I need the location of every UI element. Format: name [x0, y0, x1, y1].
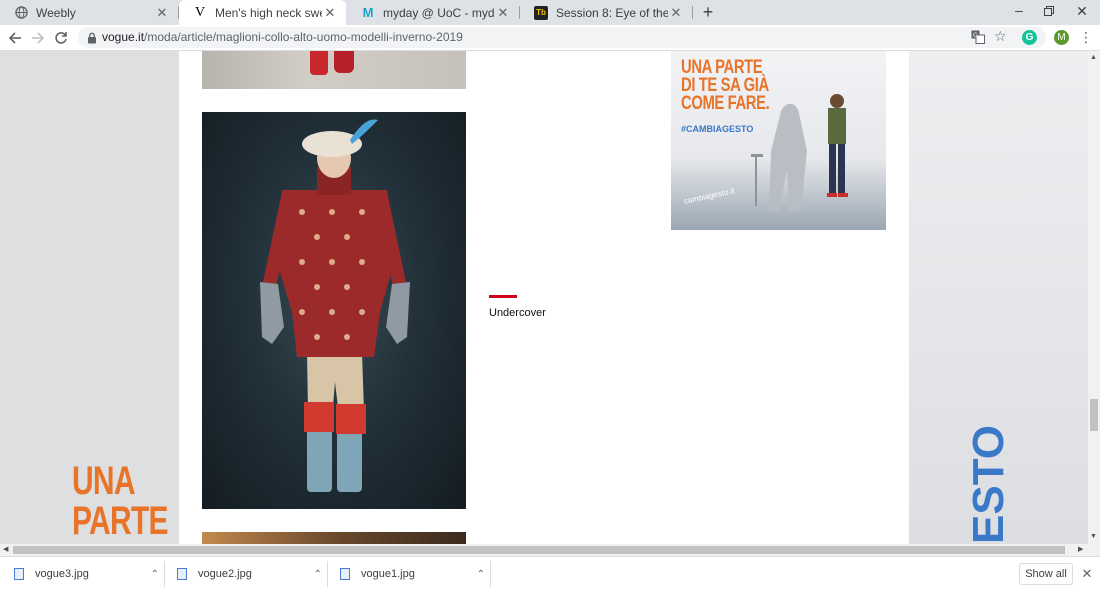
red-boot-detail [334, 51, 354, 73]
scroll-down-arrow-icon[interactable]: ▼ [1090, 533, 1097, 540]
red-boot-detail [310, 51, 328, 75]
left-banner-line: PARTE [72, 499, 168, 543]
close-tab-icon[interactable]: ✕ [495, 5, 511, 21]
image-file-icon [340, 568, 350, 580]
tb-icon: Tb [534, 5, 548, 20]
show-all-downloads-button[interactable]: Show all [1019, 563, 1073, 585]
tab-title: myday @ UoC - myday [383, 5, 495, 20]
article-image-next[interactable] [202, 532, 466, 544]
url-path: /moda/article/maglioni-collo-alto-uomo-m… [144, 30, 463, 44]
vogue-v-icon: V [194, 4, 206, 20]
page-viewport: UNA PARTE ESTO Undercover UNA PARTE DI T… [0, 51, 1088, 544]
left-banner-headline: UNA PARTE [72, 461, 168, 541]
chevron-up-icon[interactable]: ⌃ [477, 569, 485, 580]
tab-title: Session 8: Eye of the Beholder - I [556, 5, 668, 20]
address-bar[interactable]: vogue.it/moda/article/maglioni-collo-alt… [78, 27, 1046, 48]
scroll-left-arrow-icon[interactable]: ◀ [3, 545, 8, 553]
download-filename: vogue3.jpg [35, 568, 89, 580]
downloads-bar: vogue3.jpg ⌃ vogue2.jpg ⌃ vogue1.jpg ⌃ S… [0, 556, 1100, 590]
chevron-up-icon[interactable]: ⌃ [314, 569, 322, 580]
toolbar: vogue.it/moda/article/maglioni-collo-alt… [0, 25, 1100, 51]
bookmark-star-icon[interactable]: ☆ [994, 28, 1007, 45]
chevron-up-icon[interactable]: ⌃ [151, 569, 159, 580]
left-side-banner-ad[interactable]: UNA PARTE [0, 51, 179, 544]
left-banner-line: UNA [72, 459, 136, 503]
image-file-icon [177, 568, 187, 580]
download-item[interactable]: vogue2.jpg ⌃ [177, 557, 322, 591]
download-item[interactable]: vogue1.jpg ⌃ [340, 557, 485, 591]
download-item[interactable]: vogue3.jpg ⌃ [14, 557, 159, 591]
lock-icon[interactable] [87, 31, 97, 49]
runway-model-illustration [260, 119, 410, 492]
reload-icon[interactable] [52, 29, 70, 47]
horizontal-scrollbar[interactable]: ◀ ▶ [0, 544, 1100, 556]
right-side-banner-ad[interactable]: ESTO [909, 51, 1088, 544]
forward-icon[interactable] [29, 29, 47, 47]
back-icon[interactable] [6, 29, 24, 47]
profile-avatar[interactable]: M [1054, 30, 1069, 45]
article-image-undercover-sweater[interactable] [202, 112, 466, 509]
scroll-up-arrow-icon[interactable]: ▲ [1090, 54, 1097, 61]
close-tab-icon[interactable]: ✕ [322, 5, 338, 21]
tab-divider [692, 6, 693, 19]
tab-title: Weebly [36, 5, 76, 20]
new-tab-icon[interactable]: + [699, 3, 717, 21]
article-image-previous[interactable] [202, 51, 466, 89]
globe-icon [14, 6, 28, 20]
caption-accent-line [489, 295, 517, 298]
tab-strip: Weebly ✕ V Men's high neck sweaters: win… [0, 0, 1100, 25]
ad-illustration [751, 94, 848, 211]
minimize-icon[interactable]: – [1009, 2, 1029, 22]
image-file-icon [14, 568, 24, 580]
tab-weebly[interactable]: Weebly ✕ [0, 0, 178, 25]
url-host: vogue.it [102, 30, 145, 44]
myday-m-icon: M [362, 5, 374, 20]
horizontal-scroll-thumb[interactable] [13, 546, 1065, 554]
download-filename: vogue2.jpg [198, 568, 252, 580]
article-content: Undercover UNA PARTE DI TE SA GIÀ COME F… [179, 51, 909, 544]
restore-icon[interactable] [1043, 4, 1057, 18]
close-tab-icon[interactable]: ✕ [668, 5, 684, 21]
vertical-scrollbar[interactable]: ▲ ▼ [1088, 51, 1100, 544]
download-divider [490, 561, 491, 587]
tab-session8[interactable]: Tb Session 8: Eye of the Beholder - I ✕ [520, 0, 692, 25]
ad-site-url: cambiagesto.it [683, 186, 736, 206]
tab-myday[interactable]: M myday @ UoC - myday ✕ [347, 0, 519, 25]
download-divider [327, 561, 328, 587]
image-caption: Undercover [489, 307, 546, 319]
close-window-icon[interactable]: ✕ [1074, 3, 1090, 19]
grammarly-icon[interactable]: G [1022, 30, 1037, 45]
download-filename: vogue1.jpg [361, 568, 415, 580]
advertisement-cambiagesto[interactable]: UNA PARTE DI TE SA GIÀ COME FARE. #CAMBI… [671, 51, 886, 230]
tab-title: Men's high neck sweaters: winter [215, 5, 322, 20]
translate-icon[interactable]: G [971, 30, 985, 49]
right-banner-text: ESTO [964, 424, 1013, 544]
close-tab-icon[interactable]: ✕ [154, 5, 170, 21]
download-divider [164, 561, 165, 587]
svg-text:G: G [973, 32, 978, 39]
menu-kebab-icon[interactable]: ⋮ [1079, 29, 1093, 47]
vertical-scroll-thumb[interactable] [1090, 399, 1098, 431]
url-text: vogue.it/moda/article/maglioni-collo-alt… [102, 30, 463, 44]
close-downloads-bar-icon[interactable]: ✕ [1080, 566, 1094, 581]
tab-vogue[interactable]: V Men's high neck sweaters: winter ✕ [179, 0, 346, 25]
scroll-right-arrow-icon[interactable]: ▶ [1078, 545, 1083, 553]
